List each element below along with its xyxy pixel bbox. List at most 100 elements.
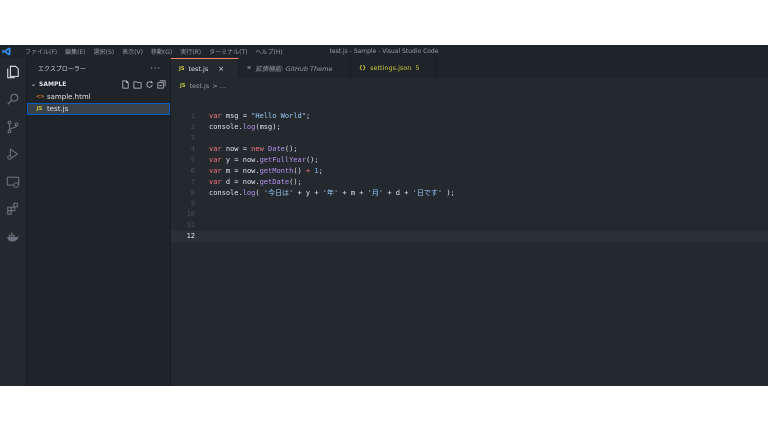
menu-run[interactable]: 実行(R) xyxy=(176,47,205,56)
tab-test-js[interactable]: JS test.js × xyxy=(171,58,239,78)
menu-view[interactable]: 表示(V) xyxy=(118,47,147,56)
html-file-icon: <> xyxy=(36,94,45,100)
line-number: 11 xyxy=(186,221,195,230)
run-debug-icon[interactable] xyxy=(0,141,26,169)
vscode-logo-icon xyxy=(0,45,13,58)
explorer-title: エクスプローラー xyxy=(38,65,86,73)
file-item-test-js[interactable]: JS test.js xyxy=(27,103,170,115)
close-icon[interactable]: × xyxy=(218,65,224,73)
code-token: log xyxy=(242,123,256,132)
menu-terminal[interactable]: ターミナル(T) xyxy=(205,47,251,56)
line-number: 8 xyxy=(190,188,195,197)
tab-label: test.js xyxy=(188,64,209,73)
code-token: '年' xyxy=(322,188,339,197)
code-token: var xyxy=(209,145,222,154)
folder-actions xyxy=(121,80,170,89)
code-token: (); xyxy=(289,177,302,186)
code-token: 1 xyxy=(310,166,319,175)
breadcrumb-file[interactable]: test.js xyxy=(189,82,209,90)
code-token: + m + xyxy=(338,188,368,197)
code-token: (); xyxy=(284,145,298,154)
code-token: ( xyxy=(255,188,264,197)
code-token: m = now. xyxy=(221,166,260,175)
folder-sample[interactable]: ⌄ SAMPLE xyxy=(27,78,170,91)
code-token: getMonth xyxy=(259,166,294,175)
explorer-sidebar: エクスプローラー ··· ⌄ SAMPLE <> sample.html JS … xyxy=(27,58,171,386)
code-token: + d + xyxy=(383,188,413,197)
code-editor[interactable]: 1 var msg = "Hello World"; 2 console. log (m… xyxy=(171,111,768,242)
code-token: log xyxy=(242,188,256,197)
code-token: var xyxy=(209,156,222,164)
code-line: 6 var m = now. getMonth() + 1; xyxy=(171,165,768,176)
json-file-icon: {} xyxy=(359,65,367,71)
editor-tabs: JS test.js × ≡ 拡張機能: GitHub Theme {} set… xyxy=(171,58,768,78)
code-token: + y + xyxy=(293,188,323,197)
refresh-icon[interactable] xyxy=(145,80,154,89)
menu-file[interactable]: ファイル(F) xyxy=(21,47,61,56)
code-token: d = now. xyxy=(221,177,260,186)
code-line: 2 console. log (msg); xyxy=(171,122,768,133)
menu-go[interactable]: 移動(G) xyxy=(147,47,176,56)
code-token: var xyxy=(209,112,222,121)
code-token: msg = xyxy=(221,112,252,121)
collapse-all-icon[interactable] xyxy=(157,80,166,89)
docker-icon[interactable] xyxy=(0,223,26,251)
code-token: var xyxy=(209,166,222,175)
code-token: "Hello World" xyxy=(251,112,306,121)
line-number: 6 xyxy=(190,166,195,175)
line-number: 3 xyxy=(190,134,195,143)
code-token: Date xyxy=(263,145,285,154)
code-token: var xyxy=(209,177,222,186)
code-token: y = now. xyxy=(221,156,260,164)
code-line: 10 xyxy=(171,209,768,220)
code-token: getFullYear xyxy=(259,156,306,164)
remote-explorer-icon[interactable] xyxy=(0,168,26,196)
line-number: 2 xyxy=(190,123,195,132)
extension-file-icon: ≡ xyxy=(247,65,252,71)
tab-label: 拡張機能: GitHub Theme xyxy=(255,65,333,73)
tab-extension-github-theme[interactable]: ≡ 拡張機能: GitHub Theme xyxy=(239,58,351,78)
code-token: '日です' xyxy=(412,188,443,197)
line-number: 4 xyxy=(190,145,195,154)
activity-bar xyxy=(0,58,27,386)
menu-bar: ファイル(F) 編集(E) 選択(S) 表示(V) 移動(G) 実行(R) ター… xyxy=(21,47,287,56)
more-actions-icon[interactable]: ··· xyxy=(150,64,161,73)
explorer-icon[interactable] xyxy=(0,58,26,86)
line-number: 12 xyxy=(186,232,195,241)
menu-help[interactable]: ヘルプ(H) xyxy=(251,47,286,56)
code-line: 3 xyxy=(171,133,768,144)
code-line: 4 var now = new Date (); xyxy=(171,144,768,155)
source-control-icon[interactable] xyxy=(0,113,26,141)
breadcrumb-rest[interactable]: > ... xyxy=(212,82,226,90)
menu-selection[interactable]: 選択(S) xyxy=(90,47,119,56)
search-icon[interactable] xyxy=(0,86,26,114)
line-number: 10 xyxy=(186,210,195,219)
new-file-icon[interactable] xyxy=(121,80,130,89)
file-item-sample-html[interactable]: <> sample.html xyxy=(27,91,170,103)
code-token: '月' xyxy=(367,188,384,197)
code-token: (); xyxy=(305,156,319,164)
js-file-icon: JS xyxy=(179,65,185,72)
line-number: 7 xyxy=(190,177,195,186)
title-bar: ファイル(F) 編集(E) 選択(S) 表示(V) 移動(G) 実行(R) ター… xyxy=(0,45,768,58)
breadcrumb: JS test.js > ... xyxy=(180,82,226,90)
js-file-icon: JS xyxy=(36,106,43,112)
code-token: ); xyxy=(442,188,455,197)
code-token: '今日は' xyxy=(263,188,294,197)
file-label: test.js xyxy=(47,105,69,113)
code-token: console. xyxy=(209,188,243,197)
vscode-window: ファイル(F) 編集(E) 選択(S) 表示(V) 移動(G) 実行(R) ター… xyxy=(0,45,768,386)
code-token: (msg); xyxy=(255,123,281,132)
tab-settings-json[interactable]: {} settings.json 5 xyxy=(351,58,437,78)
code-line: 1 var msg = "Hello World"; xyxy=(171,111,768,122)
js-file-icon: JS xyxy=(180,83,186,89)
menu-edit[interactable]: 編集(E) xyxy=(61,47,89,56)
code-token: now = xyxy=(221,145,252,154)
code-line: 11 xyxy=(171,220,768,231)
line-number: 9 xyxy=(190,199,195,208)
new-folder-icon[interactable] xyxy=(133,80,142,89)
code-token: () xyxy=(293,166,306,175)
file-label: sample.html xyxy=(47,93,91,101)
problems-badge: 5 xyxy=(415,64,420,72)
extensions-icon[interactable] xyxy=(0,196,26,224)
